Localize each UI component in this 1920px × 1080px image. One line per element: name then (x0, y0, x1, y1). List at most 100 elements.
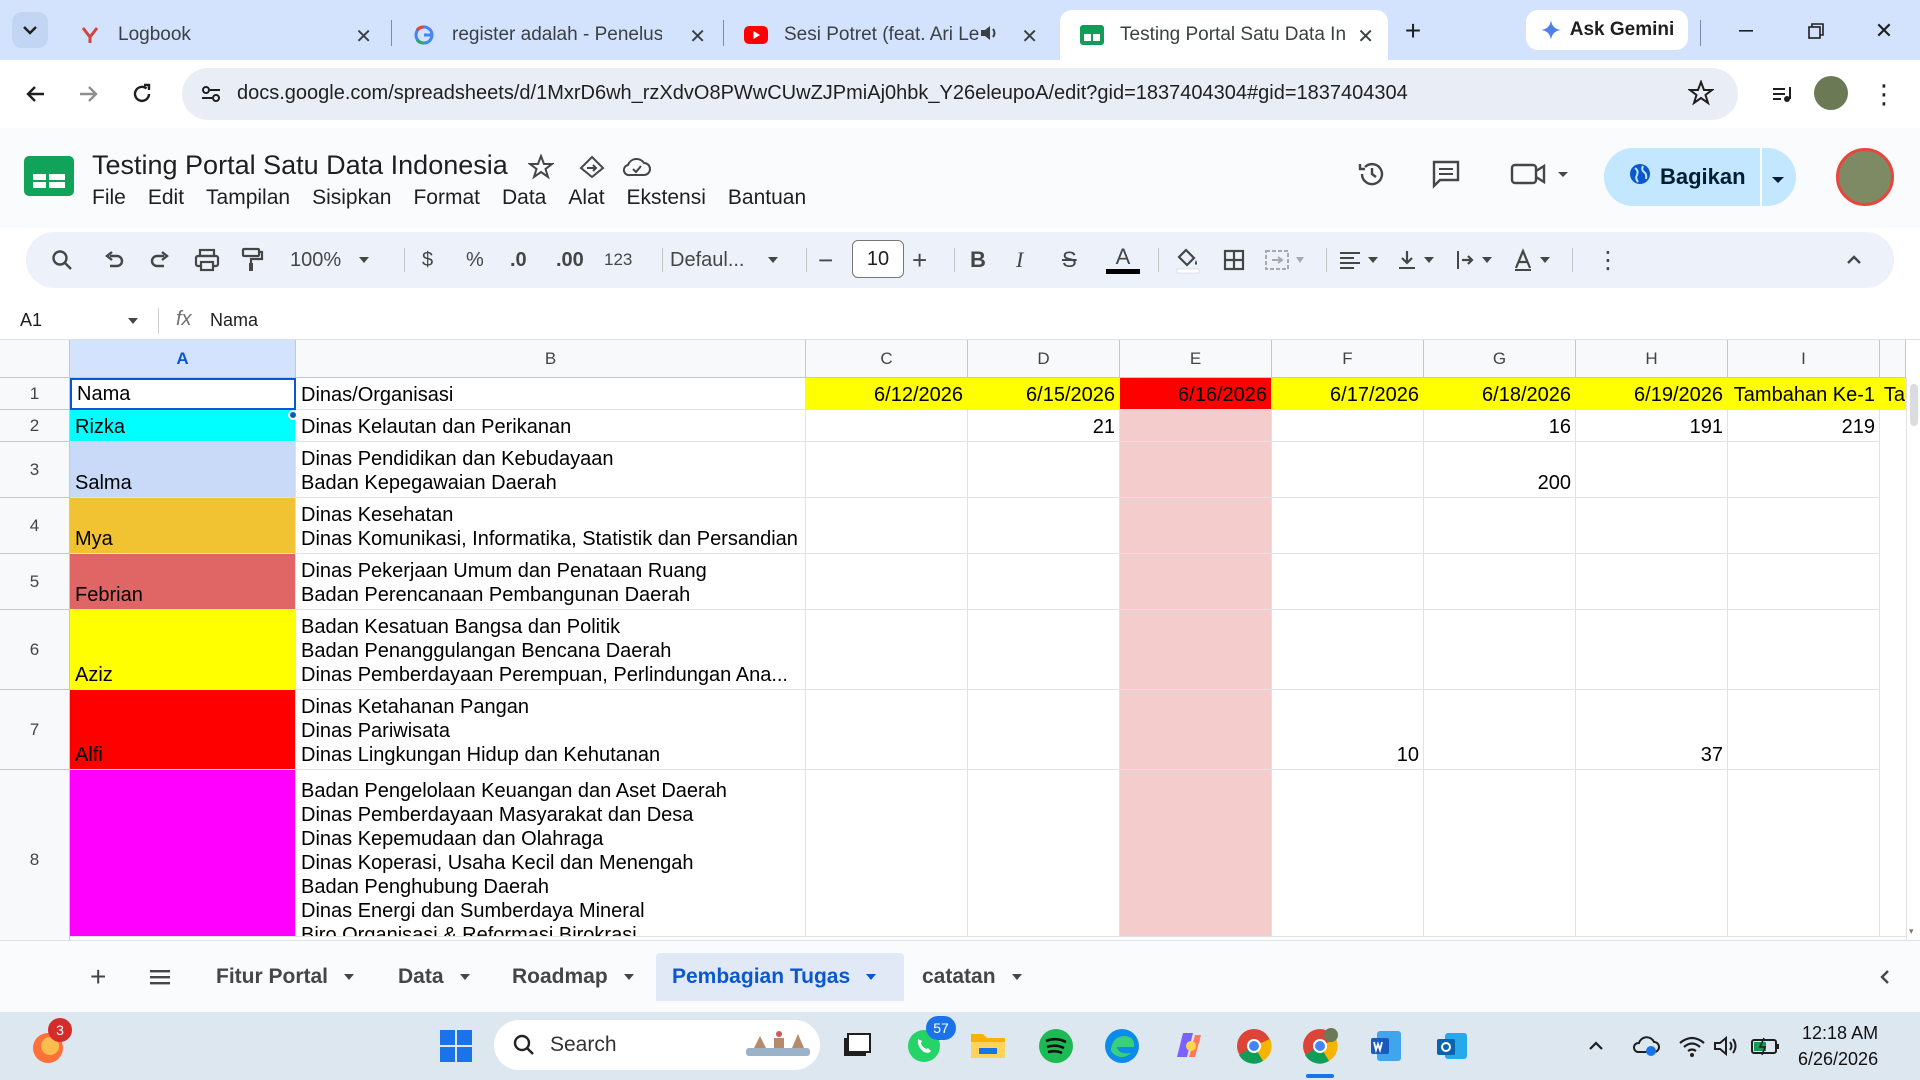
increase-font-size-button[interactable]: + (912, 232, 927, 288)
table-cell[interactable] (1728, 442, 1880, 498)
column-header-partial[interactable] (1880, 340, 1906, 378)
table-cell[interactable] (1576, 610, 1728, 690)
speaker-icon[interactable] (978, 22, 1000, 50)
restore-button[interactable] (1796, 16, 1836, 46)
header-cell[interactable]: 6/18/2026 (1424, 378, 1576, 410)
version-history-icon[interactable] (1356, 158, 1388, 195)
battery-icon[interactable] (1744, 1024, 1788, 1068)
table-cell[interactable] (1424, 498, 1576, 554)
header-cell[interactable]: 6/12/2026 (806, 378, 968, 410)
menu-help[interactable]: Bantuan (728, 186, 806, 210)
table-cell[interactable] (1576, 770, 1728, 940)
table-cell[interactable]: 191 (1576, 410, 1728, 442)
tab-search-button[interactable] (12, 12, 48, 48)
table-cell[interactable] (806, 442, 968, 498)
sheet-tab[interactable]: catatan (906, 953, 1040, 1001)
table-cell[interactable] (968, 610, 1120, 690)
row-header[interactable]: 1 (0, 378, 70, 410)
increase-decimal-button[interactable]: .00 (556, 232, 584, 288)
table-cell[interactable] (1272, 410, 1424, 442)
table-cell[interactable]: 21 (968, 410, 1120, 442)
close-icon[interactable]: ✕ (689, 24, 706, 49)
table-cell[interactable] (1728, 610, 1880, 690)
table-cell[interactable]: Badan Pengelolaan Keuangan dan Aset Daer… (296, 770, 806, 940)
tab-youtube[interactable]: Sesi Potret (feat. Ari Lesmana) ✕ (724, 10, 1052, 60)
chrome-profile-app-icon[interactable] (1298, 1024, 1342, 1068)
address-bar[interactable]: docs.google.com/spreadsheets/d/1MxrD6wh_… (182, 68, 1738, 120)
edge-app-icon[interactable] (1100, 1024, 1144, 1068)
cloud-saved-icon[interactable] (622, 156, 652, 183)
copilot-app-icon[interactable] (1166, 1024, 1210, 1068)
zoom-select[interactable]: 100% (290, 232, 371, 288)
doc-title[interactable]: Testing Portal Satu Data Indonesia (92, 150, 508, 181)
close-icon[interactable]: ✕ (355, 24, 372, 49)
row-header[interactable]: 6 (0, 610, 70, 690)
table-cell[interactable]: 37 (1576, 690, 1728, 770)
table-cell[interactable] (806, 498, 968, 554)
table-cell[interactable]: Badan Kesatuan Bangsa dan Politik Badan P… (296, 610, 806, 690)
file-explorer-app-icon[interactable] (966, 1024, 1010, 1068)
table-cell[interactable] (1424, 554, 1576, 610)
table-cell[interactable] (1424, 610, 1576, 690)
table-cell[interactable] (1576, 498, 1728, 554)
menu-insert[interactable]: Sisipkan (312, 186, 391, 210)
table-cell[interactable] (806, 770, 968, 940)
header-cell[interactable]: Tambahan Ke-1 (1728, 378, 1880, 410)
table-cell[interactable] (968, 770, 1120, 940)
formula-input[interactable]: Nama (210, 310, 258, 331)
column-header[interactable]: A (70, 340, 296, 378)
table-cell[interactable]: Dinas Pekerjaan Umum dan Penataan Ruang B… (296, 554, 806, 610)
add-sheet-button[interactable]: + (74, 953, 122, 1001)
collapse-menu-button[interactable] (1844, 232, 1864, 288)
header-cell[interactable]: 6/15/2026 (968, 378, 1120, 410)
scroll-down-icon[interactable]: ▾ (1909, 926, 1914, 937)
header-cell[interactable]: Nama (70, 378, 296, 410)
name-box[interactable]: A1 (20, 310, 42, 331)
selection-fill-handle[interactable] (288, 410, 298, 420)
firefox-app-icon[interactable]: 3 (26, 1018, 72, 1068)
show-hidden-icons-button[interactable] (1574, 1024, 1618, 1068)
menu-extensions[interactable]: Ekstensi (627, 186, 706, 210)
table-cell[interactable]: 219 (1728, 410, 1880, 442)
table-cell[interactable]: Dinas Ketahanan Pangan Dinas Pariwisata Di… (296, 690, 806, 770)
decrease-decimal-button[interactable]: .0 (510, 232, 527, 288)
outlook-app-icon[interactable] (1430, 1024, 1474, 1068)
number-format-button[interactable]: 123 (604, 232, 632, 288)
row-header[interactable]: 8 (0, 770, 70, 940)
sheets-logo-icon[interactable] (24, 156, 74, 201)
row-header[interactable]: 5 (0, 554, 70, 610)
move-folder-icon[interactable] (578, 154, 606, 185)
redo-button[interactable] (148, 232, 172, 288)
header-cell[interactable]: 6/19/2026 (1576, 378, 1728, 410)
italic-button[interactable]: I (1016, 232, 1023, 288)
minimize-button[interactable] (1726, 16, 1766, 46)
table-cell[interactable] (1272, 610, 1424, 690)
word-app-icon[interactable] (1364, 1024, 1408, 1068)
undo-button[interactable] (102, 232, 126, 288)
table-cell[interactable] (1728, 554, 1880, 610)
vertical-scroll-thumb[interactable] (1910, 384, 1918, 426)
menu-view[interactable]: Tampilan (206, 186, 290, 210)
column-header[interactable]: H (1576, 340, 1728, 378)
star-icon[interactable] (527, 153, 555, 185)
meet-video-icon[interactable] (1510, 160, 1572, 193)
menu-format[interactable]: Format (413, 186, 480, 210)
table-cell[interactable] (1120, 770, 1272, 940)
table-cell[interactable]: 16 (1424, 410, 1576, 442)
profile-avatar[interactable] (1814, 76, 1848, 110)
name-box-caret-icon[interactable] (126, 314, 140, 333)
header-cell[interactable]: 6/16/2026 (1120, 378, 1272, 410)
back-button[interactable] (16, 74, 56, 114)
header-cell[interactable]: Dinas/Organisasi (296, 378, 806, 410)
table-cell[interactable] (806, 690, 968, 770)
table-cell[interactable] (968, 442, 1120, 498)
tab-google-search[interactable]: register adalah - Penelusuran ✕ (392, 10, 720, 60)
forward-button[interactable] (68, 74, 108, 114)
font-family-select[interactable]: Defaul... (670, 232, 780, 288)
column-header[interactable]: F (1272, 340, 1424, 378)
table-cell[interactable]: Dinas Pendidikan dan Kebudayaan Badan Kep… (296, 442, 806, 498)
task-view-icon[interactable] (834, 1024, 878, 1068)
print-button[interactable] (194, 232, 220, 288)
table-cell[interactable]: Dinas Kesehatan Dinas Komunikasi, Informa… (296, 498, 806, 554)
decrease-font-size-button[interactable]: − (818, 232, 833, 288)
